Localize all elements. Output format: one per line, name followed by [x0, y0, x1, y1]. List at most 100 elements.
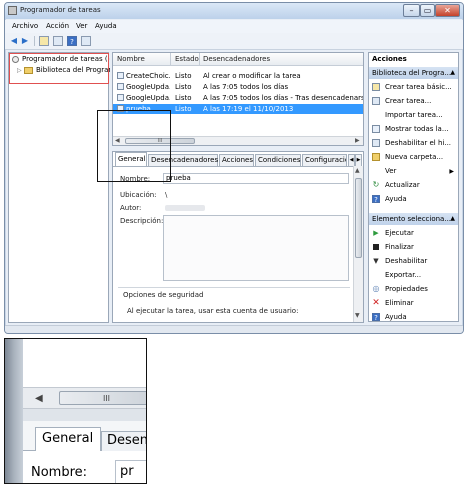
- menu-ver[interactable]: Ver: [76, 22, 87, 30]
- table-row[interactable]: CreateChoic... Listo Al crear o modifica…: [113, 71, 361, 81]
- action-delete[interactable]: ✕ Eliminar: [372, 297, 458, 310]
- action-label: Exportar...: [385, 271, 422, 279]
- action-run[interactable]: ▶ Ejecutar: [372, 227, 458, 240]
- location-label: Ubicación:: [120, 191, 157, 199]
- scroll-left-icon[interactable]: ◀: [35, 393, 43, 404]
- collapse-arrow-icon[interactable]: ▲: [450, 67, 455, 79]
- section-selected-header[interactable]: Elemento selecciona... ▲: [369, 213, 458, 225]
- show-tree-icon[interactable]: [53, 36, 63, 46]
- disable-down-arrow-icon: ▼: [373, 257, 379, 265]
- menu-archivo[interactable]: Archivo: [12, 22, 38, 30]
- menu-accion[interactable]: Acción: [46, 22, 69, 30]
- action-new-folder[interactable]: Nueva carpeta...: [372, 151, 458, 164]
- action-label: Actualizar: [385, 181, 420, 189]
- task-trigger: A las 7:05 todos los días - Tras desenca…: [203, 94, 363, 102]
- zoomed-hscroll-thumb[interactable]: III: [59, 391, 146, 405]
- tab-scroll-left-icon[interactable]: ◀: [348, 154, 355, 166]
- scroll-down-icon[interactable]: ▼: [355, 312, 360, 319]
- column-divider: [199, 53, 200, 65]
- action-properties[interactable]: ◎ Propiedades: [372, 283, 458, 296]
- window-title: Programador de tareas: [20, 6, 101, 14]
- maximize-button[interactable]: ▭: [420, 4, 435, 17]
- section-divider: [118, 287, 350, 288]
- section-library-header[interactable]: Biblioteca del Progra... ▲: [369, 67, 458, 79]
- action-refresh[interactable]: ↻ Actualizar: [372, 179, 458, 192]
- action-import-task[interactable]: Importar tarea...: [372, 109, 458, 122]
- actions-header: Acciones: [372, 55, 407, 63]
- task-list-header: Nombre Estado Desencadenadores: [113, 53, 363, 66]
- action-label: Ver: [385, 167, 397, 175]
- disable-history-icon: [372, 139, 380, 147]
- zoomed-list-area: [23, 339, 146, 387]
- table-row[interactable]: GoogleUpda... Listo A las 7:05 todos los…: [113, 93, 363, 103]
- tab-actions[interactable]: Acciones: [219, 154, 254, 166]
- description-label: Descripción:: [120, 217, 164, 225]
- details-vscrollbar[interactable]: ▲ ▼: [353, 166, 363, 322]
- forward-arrow-icon[interactable]: ▶: [20, 36, 30, 46]
- help-icon: ?: [372, 313, 380, 321]
- new-folder-icon: [372, 153, 380, 161]
- scroll-up-icon[interactable]: ▲: [355, 167, 360, 174]
- task-scheduler-window: Programador de tareas – ▭ ✕ Archivo Acci…: [4, 2, 464, 334]
- action-disable-history[interactable]: Deshabilitar el hi...: [372, 137, 458, 150]
- toolbar-separator: [34, 36, 35, 46]
- action-label: Deshabilitar el hi...: [385, 139, 452, 147]
- zoomed-name-field[interactable]: pr: [115, 460, 146, 483]
- up-folder-icon[interactable]: [39, 36, 49, 46]
- help-icon: ?: [372, 195, 380, 204]
- action-create-task[interactable]: Crear tarea...: [372, 95, 458, 108]
- title-bar[interactable]: Programador de tareas – ▭ ✕: [5, 3, 463, 19]
- action-label: Mostrar todas la...: [385, 125, 449, 133]
- action-label: Crear tarea básic...: [385, 83, 452, 91]
- create-task-icon: [372, 97, 380, 105]
- close-button[interactable]: ✕: [435, 4, 460, 17]
- import-task-icon: [372, 111, 380, 119]
- description-field[interactable]: [163, 215, 349, 281]
- name-field[interactable]: prueba: [163, 173, 349, 184]
- submenu-arrow-icon: ▶: [449, 168, 454, 175]
- delete-x-icon: ✕: [372, 298, 380, 308]
- section-selected-title: Elemento selecciona...: [372, 215, 452, 223]
- export-icon: [372, 271, 380, 279]
- task-trigger: Al crear o modificar la tarea: [203, 72, 301, 80]
- stop-icon: [373, 244, 379, 250]
- tab-settings[interactable]: Configuració: [302, 154, 347, 166]
- scroll-right-icon[interactable]: ▶: [355, 137, 360, 144]
- zoomed-tab-triggers[interactable]: Desen: [101, 431, 146, 451]
- back-arrow-icon[interactable]: ◀: [9, 36, 19, 46]
- table-row[interactable]: GoogleUpda... Listo A las 7:05 todos los…: [113, 82, 361, 92]
- zoomed-splitter[interactable]: [23, 409, 146, 421]
- help-icon[interactable]: ?: [67, 36, 77, 46]
- action-label: Crear tarea...: [385, 97, 432, 105]
- action-label: Ayuda: [385, 313, 407, 321]
- action-help[interactable]: ? Ayuda: [372, 193, 458, 206]
- minimize-button[interactable]: –: [403, 4, 420, 17]
- task-name: CreateChoic...: [126, 72, 170, 80]
- zoomed-general-content: Nombre: pr: [23, 451, 146, 483]
- column-name[interactable]: Nombre: [117, 55, 145, 63]
- vscroll-thumb[interactable]: [355, 178, 362, 258]
- action-disable[interactable]: ▼ Deshabilitar: [372, 255, 458, 268]
- menu-ayuda[interactable]: Ayuda: [95, 22, 117, 30]
- action-export[interactable]: Exportar...: [372, 269, 458, 282]
- location-value: \: [165, 191, 168, 199]
- column-status[interactable]: Estado: [175, 55, 199, 63]
- zoomed-tab-general[interactable]: General: [35, 427, 101, 451]
- action-view[interactable]: Ver ▶: [372, 165, 458, 178]
- action-create-basic-task[interactable]: Crear tarea básic...: [372, 81, 458, 94]
- action-label: Deshabilitar: [385, 257, 428, 265]
- show-pane-icon[interactable]: [81, 36, 91, 46]
- task-icon: [117, 83, 124, 90]
- column-triggers[interactable]: Desencadenadores: [203, 55, 270, 63]
- tab-scroll-right-icon[interactable]: ▶: [355, 154, 362, 166]
- action-help-selected[interactable]: ? Ayuda: [372, 311, 458, 321]
- task-status: Listo: [175, 94, 192, 102]
- collapse-arrow-icon[interactable]: ▲: [450, 213, 455, 225]
- action-end[interactable]: Finalizar: [372, 241, 458, 254]
- section-library-title: Biblioteca del Progra...: [372, 69, 452, 77]
- action-show-all[interactable]: Mostrar todas la...: [372, 123, 458, 136]
- zoomed-hscrollbar[interactable]: ◀ III: [23, 387, 146, 409]
- toolbar: ◀ ▶ ?: [5, 33, 463, 50]
- properties-icon: ◎: [372, 284, 380, 293]
- tab-conditions[interactable]: Condiciones: [255, 154, 301, 166]
